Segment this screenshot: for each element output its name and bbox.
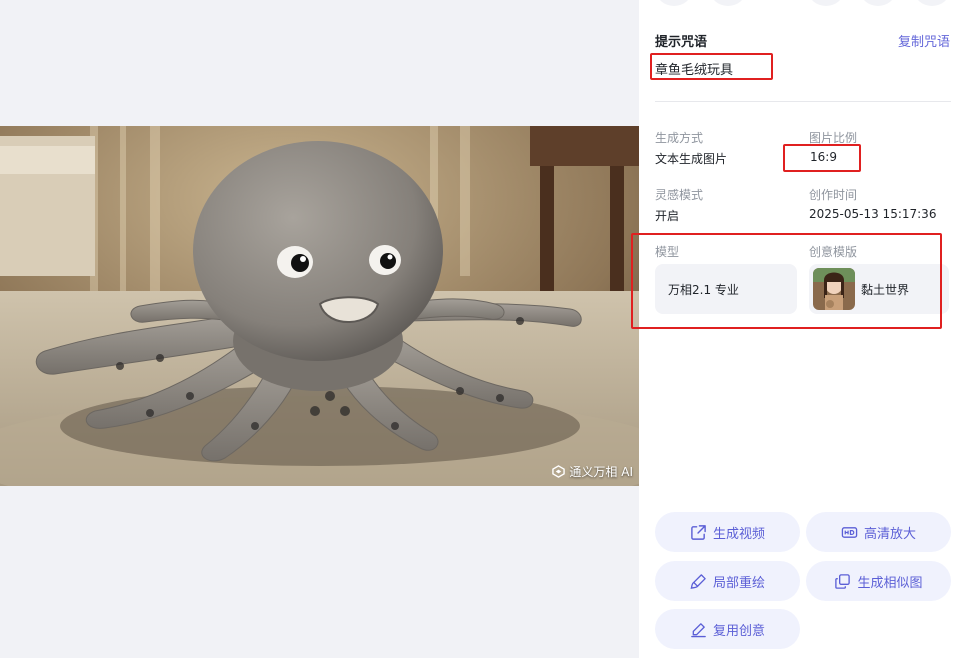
pencil-icon [691, 622, 706, 637]
generate-similar-button[interactable]: 生成相似图 [806, 561, 951, 601]
brush-icon [690, 573, 706, 589]
toolbar-button[interactable] [809, 0, 843, 6]
reuse-idea-button[interactable]: 复用创意 [655, 609, 800, 649]
toolbar-button[interactable] [657, 0, 691, 6]
share-export-icon [691, 524, 706, 540]
toolbar-button[interactable] [915, 0, 949, 6]
generation-method-label: 生成方式 [655, 131, 704, 145]
reuse-idea-label: 复用创意 [712, 623, 765, 639]
created-time-label: 创作时间 [809, 188, 858, 202]
hd-icon [841, 526, 858, 538]
inpaint-label: 局部重绘 [712, 575, 765, 591]
highlight-box-model-template [631, 233, 942, 329]
inspiration-mode-value: 开启 [655, 209, 680, 223]
brand-logo-icon [552, 465, 566, 478]
copy-prompt-button[interactable]: 复制咒语 [898, 31, 950, 50]
highlight-box-prompt [650, 53, 773, 80]
generate-similar-label: 生成相似图 [857, 575, 923, 591]
hd-upscale-label: 高清放大 [863, 526, 916, 542]
details-panel: 提示咒语 复制咒语 章鱼毛绒玩具 生成方式 文本生成图片 图片比例 16:9 灵… [631, 0, 958, 658]
highlight-box-ratio [783, 144, 861, 172]
top-toolbar-partial [639, 0, 958, 8]
watermark: 通义万相 AI [552, 463, 633, 480]
toolbar-button[interactable] [861, 0, 895, 6]
generate-video-button[interactable]: 生成视频 [655, 512, 800, 552]
created-time-value: 2025-05-13 15:17:36 [809, 207, 937, 221]
octopus-plush-image [0, 126, 639, 486]
watermark-text: 通义万相 AI [569, 465, 633, 479]
prompt-title: 提示咒语 [655, 35, 708, 50]
generate-video-label: 生成视频 [712, 526, 765, 542]
toolbar-button[interactable] [711, 0, 745, 6]
divider [655, 101, 951, 102]
generated-image[interactable]: 通义万相 AI [0, 126, 639, 486]
inspiration-mode-label: 灵感模式 [655, 188, 704, 202]
hd-upscale-button[interactable]: 高清放大 [806, 512, 951, 552]
copy-layers-icon [835, 573, 851, 589]
inpaint-button[interactable]: 局部重绘 [655, 561, 800, 601]
generation-method-value: 文本生成图片 [655, 152, 728, 166]
image-canvas: 通义万相 AI [0, 0, 639, 658]
